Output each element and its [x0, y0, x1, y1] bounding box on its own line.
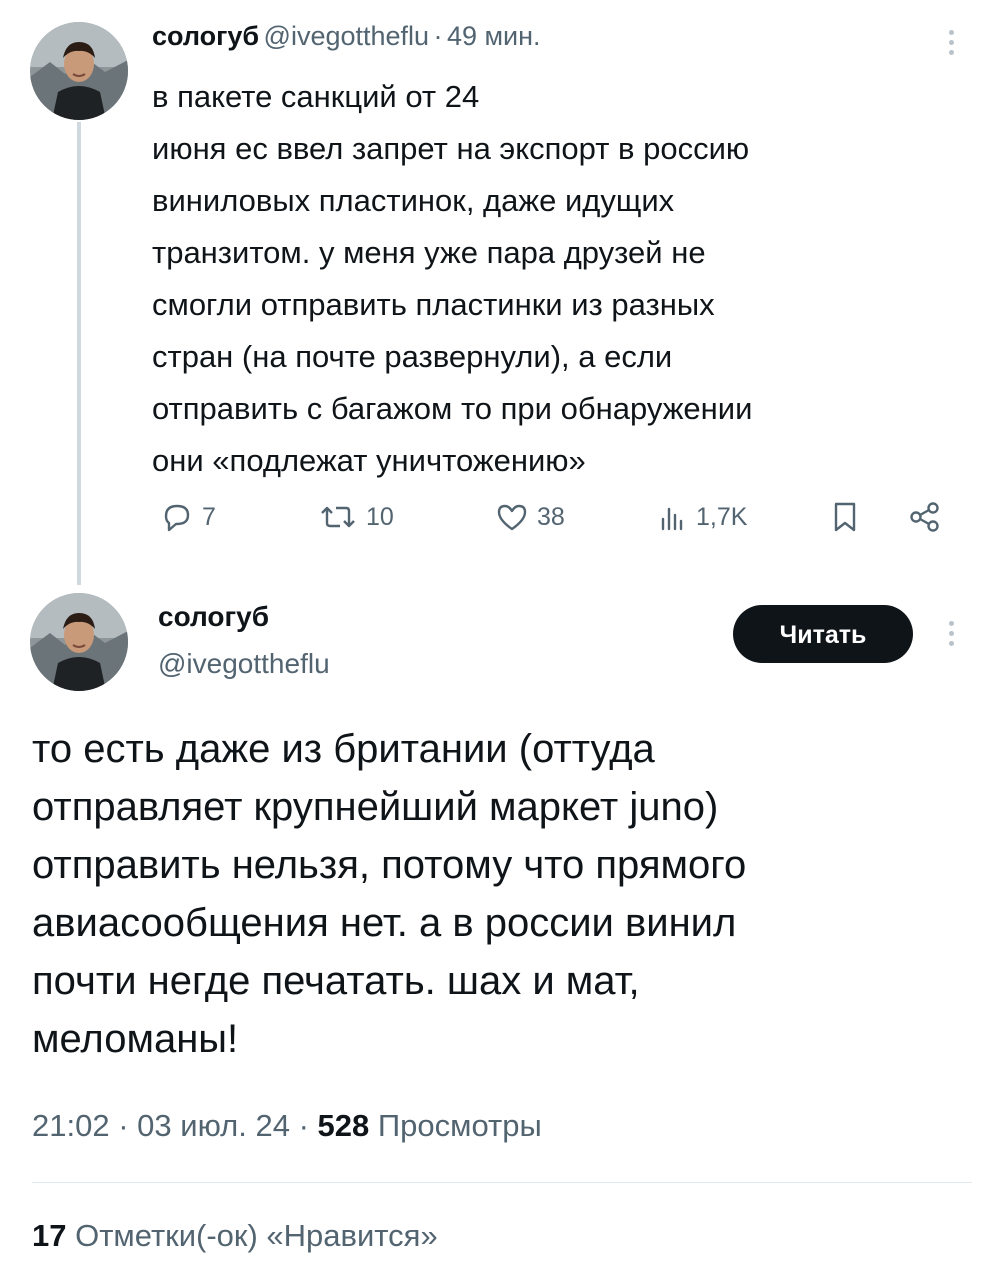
bookmark-icon	[830, 500, 860, 534]
avatar[interactable]	[30, 593, 128, 691]
views-count: 1,7K	[696, 502, 748, 531]
separator: ·	[118, 1108, 129, 1143]
tweet-line: стран (на почте развернули), а если	[152, 339, 673, 374]
avatar[interactable]	[30, 22, 128, 120]
retweet-icon	[318, 501, 358, 533]
views-icon	[658, 501, 688, 533]
tweet-line: меломаны!	[32, 1017, 239, 1061]
author-name[interactable]: сологуб	[152, 21, 259, 51]
reply-count: 7	[202, 502, 216, 531]
heart-icon	[495, 501, 529, 533]
author-handle[interactable]: @ivegottheflu	[264, 21, 430, 51]
bookmark-button[interactable]	[830, 492, 860, 542]
divider	[32, 1182, 972, 1183]
author-handle[interactable]: @ivegottheflu	[158, 648, 330, 680]
author-name[interactable]: сологуб	[158, 601, 269, 633]
views-label: Просмотры	[377, 1108, 542, 1143]
tweet-line: виниловых пластинок, даже идущих	[152, 183, 675, 218]
follow-button[interactable]: Читать	[733, 605, 913, 663]
likes-summary[interactable]: 17 Отметки(-ок) «Нравится»	[32, 1218, 438, 1254]
reply-button[interactable]: 7	[160, 492, 216, 542]
share-button[interactable]	[908, 492, 942, 542]
like-count: 38	[537, 502, 565, 531]
tweet-line: авиасообщения нет. а в россии винил	[32, 901, 737, 945]
retweet-count: 10	[366, 502, 394, 531]
tweet-meta: 21:02 · 03 июл. 24 · 528 Просмотры	[32, 1108, 542, 1144]
tweet-line: в пакете санкций от 24	[152, 79, 480, 114]
tweet-line: отправляет крупнейший маркет juno)	[32, 785, 719, 829]
thread-line	[77, 122, 81, 585]
views-button[interactable]: 1,7K	[658, 492, 747, 542]
more-icon[interactable]	[946, 25, 956, 60]
tweet-line: почти негде печатать. шах и мат,	[32, 959, 640, 1003]
tweet1-header: сологуб @ivegottheflu · 49 мин.	[152, 21, 541, 52]
tweet-date[interactable]: 03 июл. 24	[137, 1108, 290, 1143]
tweet1-actions: 7 10 38 1,7K	[150, 492, 950, 542]
timestamp[interactable]: 49 мин.	[447, 21, 541, 51]
tweet1-body: в пакете санкций от 24 июня ес ввел запр…	[152, 71, 962, 487]
separator: ·	[433, 21, 443, 51]
author-handle-text: @ivegottheflu	[158, 648, 330, 679]
tweet-line: июня ес ввел запрет на экспорт в россию	[152, 131, 750, 166]
likes-label: Отметки(-ок) «Нравится»	[75, 1218, 438, 1253]
tweet-line: отправить с багажом то при обнаружении	[152, 391, 753, 426]
reply-icon	[160, 501, 194, 533]
tweet-line: то есть даже из британии (оттуда	[32, 727, 655, 771]
like-button[interactable]: 38	[495, 492, 565, 542]
more-icon[interactable]	[946, 616, 956, 651]
tweet-time[interactable]: 21:02	[32, 1108, 110, 1143]
retweet-button[interactable]: 10	[318, 492, 394, 542]
share-icon	[908, 501, 942, 533]
author-name-text: сологуб	[158, 601, 270, 632]
views-count: 528	[317, 1108, 370, 1143]
tweet-line: отправить нельзя, потому что прямого	[32, 843, 747, 887]
separator: ·	[298, 1108, 309, 1143]
tweet2-body: то есть даже из британии (оттуда отправл…	[32, 720, 972, 1068]
likes-count: 17	[32, 1218, 67, 1253]
tweet-line: смогли отправить пластинки из разных	[152, 287, 715, 322]
tweet-line: они «подлежат уничтожению»	[152, 443, 586, 478]
tweet-line: транзитом. у меня уже пара друзей не	[152, 235, 706, 270]
